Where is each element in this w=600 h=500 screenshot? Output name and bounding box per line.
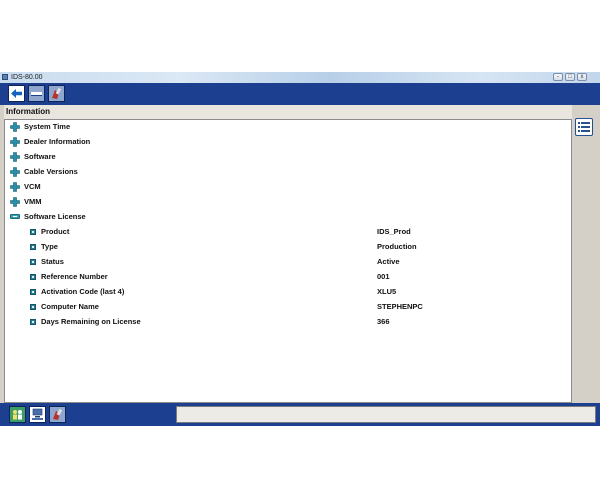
- toolbox-button[interactable]: [48, 85, 65, 102]
- expand-plus-icon[interactable]: [10, 152, 20, 162]
- license-label: Product: [41, 227, 70, 236]
- expand-plus-icon[interactable]: [10, 182, 20, 192]
- maximize-button[interactable]: □: [565, 73, 575, 81]
- list-view-button[interactable]: [575, 118, 593, 136]
- vehicle-icon: [31, 92, 42, 96]
- license-label: Activation Code (last 4): [41, 287, 125, 296]
- toolbox-icon: [53, 408, 63, 420]
- bullet-icon: [30, 244, 36, 250]
- back-button[interactable]: [8, 85, 25, 102]
- tree-item-label: Cable Versions: [24, 167, 78, 176]
- license-label: Computer Name: [41, 302, 99, 311]
- minimize-button[interactable]: -: [553, 73, 563, 81]
- back-arrow-icon: [11, 89, 22, 98]
- close-button[interactable]: x: [577, 73, 587, 81]
- license-value: Production: [377, 242, 417, 251]
- title-bar: IDS-80.00 - □ x: [0, 72, 600, 83]
- people-icon: [13, 410, 22, 420]
- license-label: Type: [41, 242, 58, 251]
- tree-item-label: VCM: [24, 182, 41, 191]
- right-sidebar: [572, 105, 596, 403]
- top-toolbar: [0, 83, 600, 105]
- bullet-icon: [30, 259, 36, 265]
- license-label: Reference Number: [41, 272, 108, 281]
- vehicle-button[interactable]: [28, 85, 45, 102]
- tree-item-label: Software: [24, 152, 56, 161]
- license-value: XLU5: [377, 287, 397, 296]
- toolbox-button-bottom[interactable]: [49, 406, 66, 423]
- status-field: [176, 406, 596, 423]
- license-value: 366: [377, 317, 390, 326]
- panel-title: Information: [6, 107, 50, 116]
- people-button[interactable]: [9, 406, 26, 423]
- license-value: 001: [377, 272, 390, 281]
- license-value: IDS_Prod: [377, 227, 411, 236]
- window-title: IDS-80.00: [11, 74, 43, 81]
- information-tree: System Time Dealer Information Software …: [4, 119, 572, 403]
- expand-plus-icon[interactable]: [10, 122, 20, 132]
- expand-plus-icon[interactable]: [10, 197, 20, 207]
- license-label: Days Remaining on License: [41, 317, 141, 326]
- bullet-icon: [30, 289, 36, 295]
- network-icon: [32, 408, 43, 420]
- tree-item-label: Software License: [24, 212, 86, 221]
- ids-application-window: IDS-80.00 - □ x Information System Time …: [0, 72, 600, 426]
- panel-header: Information: [4, 105, 596, 119]
- tree-item-label: Dealer Information: [24, 137, 91, 146]
- bottom-toolbar: [0, 403, 600, 426]
- app-icon: [2, 74, 8, 80]
- license-value: Active: [377, 257, 400, 266]
- bullet-icon: [30, 274, 36, 280]
- tree-item-label: VMM: [24, 197, 42, 206]
- collapse-minus-icon[interactable]: [10, 214, 20, 219]
- bullet-icon: [30, 319, 36, 325]
- toolbox-icon: [52, 87, 62, 99]
- license-value: STEPHENPC: [377, 302, 423, 311]
- network-button[interactable]: [29, 406, 46, 423]
- tree-item-label: System Time: [24, 122, 71, 131]
- bullet-icon: [30, 304, 36, 310]
- bullet-icon: [30, 229, 36, 235]
- expand-plus-icon[interactable]: [10, 167, 20, 177]
- list-view-icon: [578, 122, 590, 132]
- license-label: Status: [41, 257, 64, 266]
- expand-plus-icon[interactable]: [10, 137, 20, 147]
